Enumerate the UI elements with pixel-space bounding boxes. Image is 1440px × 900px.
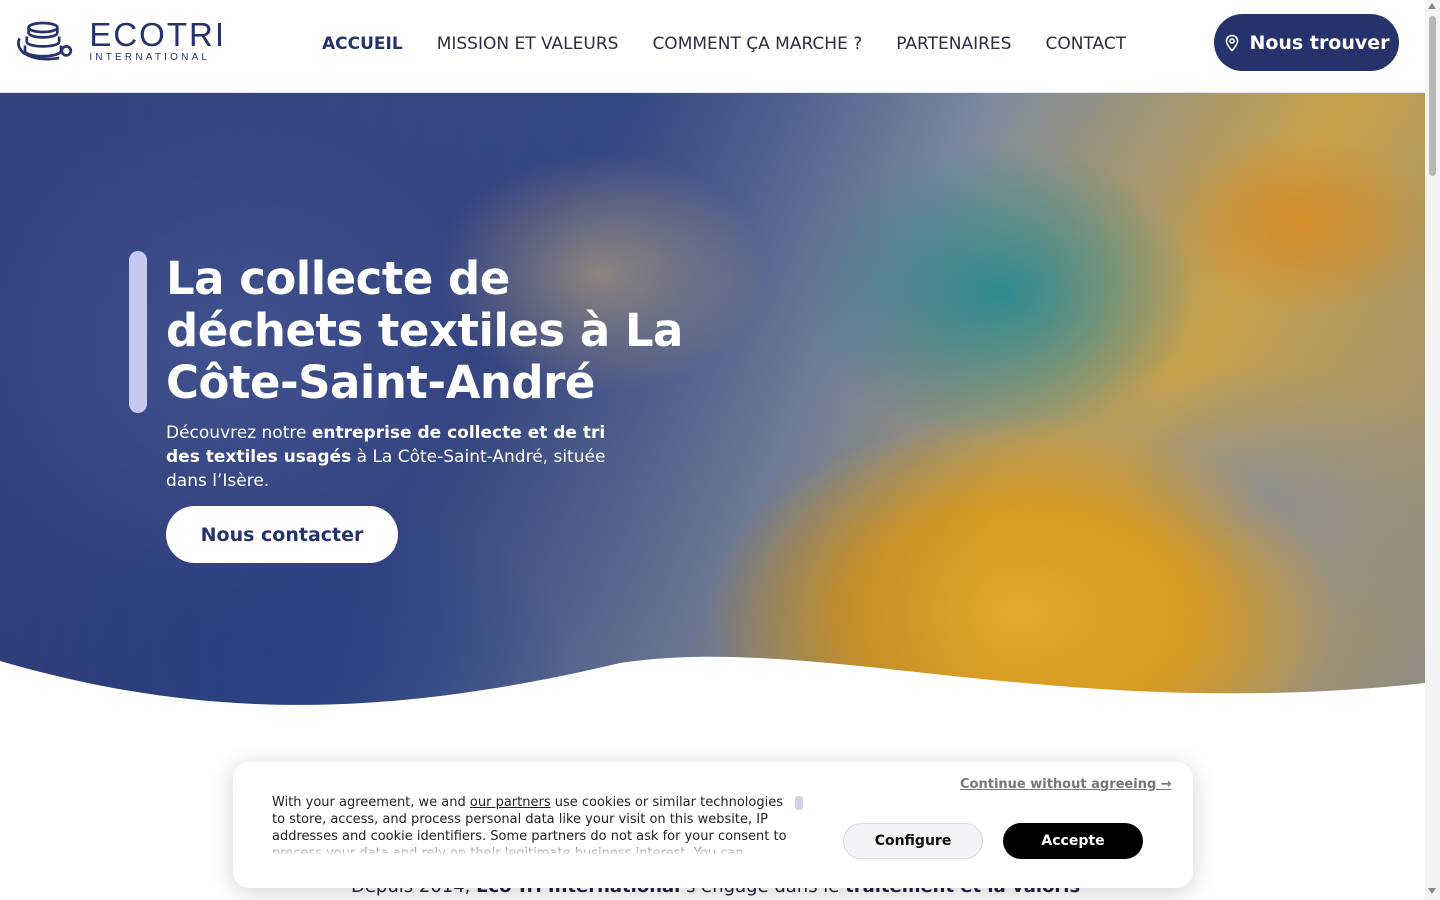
cookie-text-scrollbar[interactable] [795,796,803,810]
scroll-up-arrow-icon[interactable] [1428,3,1436,9]
hero-title: La collecte de déchets textiles à La Côt… [166,252,683,409]
configure-button[interactable]: Configure [843,823,983,859]
brand-name: ECOTRI [89,16,226,53]
hero-desc-text-1: Découvrez notre [166,423,312,443]
hero-accent-bar [129,251,147,413]
page-scrollbar[interactable] [1425,0,1440,900]
brand-subtitle: INTERNATIONAL [89,52,211,63]
hero-wave-divider [0,656,1425,733]
map-pin-icon [1226,34,1239,52]
nous-trouver-button[interactable]: Nous trouver [1214,14,1399,71]
cookie-consent-banner: With your agreement, we and our partners… [233,762,1193,888]
nous-contacter-button[interactable]: Nous contacter [166,506,398,563]
scrollbar-thumb[interactable] [1429,16,1436,176]
hero-image-textiles [0,93,1425,733]
nav-item-accueil[interactable]: ACCUEIL [322,34,403,54]
main-nav: ACCUEIL MISSION ET VALEURS COMMENT ÇA MA… [322,34,1160,54]
continue-without-agreeing-link[interactable]: Continue without agreeing → [960,777,1172,792]
our-partners-link[interactable]: our partners [470,795,551,810]
cookie-text-1: With your agreement, we and [272,795,470,810]
textile-stack-logo-icon [17,21,73,61]
nav-item-partenaires[interactable]: PARTENAIRES [896,34,1011,54]
accept-button[interactable]: Accepte [1003,823,1143,859]
hero-description: Découvrez notre entreprise de collecte e… [166,421,606,493]
cookie-text-fade [272,840,792,856]
ecotri-logo[interactable]: ECOTRI INTERNATIONAL [16,14,226,68]
nav-item-mission-et-valeurs[interactable]: MISSION ET VALEURS [437,34,619,54]
nous-trouver-label: Nous trouver [1249,31,1390,54]
logo-wordmark: ECOTRI INTERNATIONAL [89,18,226,64]
nav-item-contact[interactable]: CONTACT [1045,34,1126,54]
scroll-down-arrow-icon[interactable] [1428,888,1436,894]
nav-item-comment-ca-marche[interactable]: COMMENT ÇA MARCHE ? [652,34,862,54]
site-header: ECOTRI INTERNATIONAL ACCUEIL MISSION ET … [0,0,1425,93]
hero-section: La collecte de déchets textiles à La Côt… [0,93,1425,733]
